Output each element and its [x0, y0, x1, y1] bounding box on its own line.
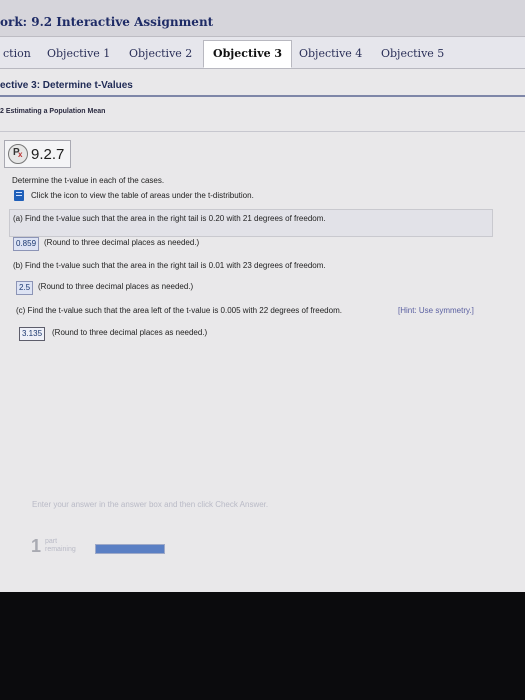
parts-label-line-2: remaining: [45, 546, 76, 553]
tab-objective-1[interactable]: Objective 1: [38, 41, 119, 67]
parts-remaining-label: part remaining: [45, 538, 76, 554]
divider: [0, 131, 525, 132]
part-c-question: (c) Find the t-value such that the area …: [16, 306, 342, 315]
part-b-note: (Round to three decimal places as needed…: [38, 282, 194, 291]
tab-objective-4[interactable]: Objective 4: [290, 41, 371, 67]
objective-tabs: ction Objective 1 Objective 2 Objective …: [0, 37, 525, 69]
problem-number-box: Px 9.2.7: [4, 140, 72, 168]
progress-fill: [96, 545, 164, 553]
part-c-hint[interactable]: [Hint: Use symmetry.]: [398, 306, 474, 315]
section-heading: ective 3: Determine t-Values: [0, 77, 525, 97]
title-bar: ork: 9.2 Interactive Assignment: [0, 0, 525, 37]
table-book-icon[interactable]: [14, 190, 24, 201]
part-a-note: (Round to three decimal places as needed…: [44, 238, 200, 247]
tab-introduction[interactable]: ction: [0, 41, 40, 67]
tab-objective-2[interactable]: Objective 2: [120, 41, 201, 67]
tab-objective-3[interactable]: Objective 3: [203, 40, 293, 68]
section-subheading: 2 Estimating a Population Mean: [0, 108, 106, 115]
part-c-answer[interactable]: 3.135: [19, 327, 46, 341]
part-b-answer[interactable]: 2.5: [16, 281, 34, 295]
screen-bezel: [0, 592, 525, 700]
assignment-title: ork: 9.2 Interactive Assignment: [0, 15, 214, 29]
footer-instruction: Enter your answer in the answer box and …: [32, 500, 269, 509]
table-link-text[interactable]: Click the icon to view the table of area…: [31, 191, 254, 200]
parts-remaining-count: 1: [31, 536, 42, 556]
progress-bar: [95, 544, 165, 554]
problem-number: 9.2.7: [31, 145, 65, 163]
part-b-question: (b) Find the t-value such that the area …: [13, 261, 326, 270]
section-heading-text: ective 3: Determine t-Values: [0, 80, 133, 91]
tab-objective-5[interactable]: Objective 5: [372, 41, 453, 67]
parts-label-line-1: part: [45, 538, 58, 545]
problem-status-icon: Px: [8, 144, 28, 164]
browser-screen: ork: 9.2 Interactive Assignment ction Ob…: [0, 0, 525, 592]
part-a-answer[interactable]: 0.859: [13, 237, 40, 251]
part-a-question: (a) Find the t-value such that the area …: [13, 214, 326, 223]
problem-instruction: Determine the t-value in each of the cas…: [12, 176, 165, 185]
part-c-note: (Round to three decimal places as needed…: [52, 328, 208, 337]
